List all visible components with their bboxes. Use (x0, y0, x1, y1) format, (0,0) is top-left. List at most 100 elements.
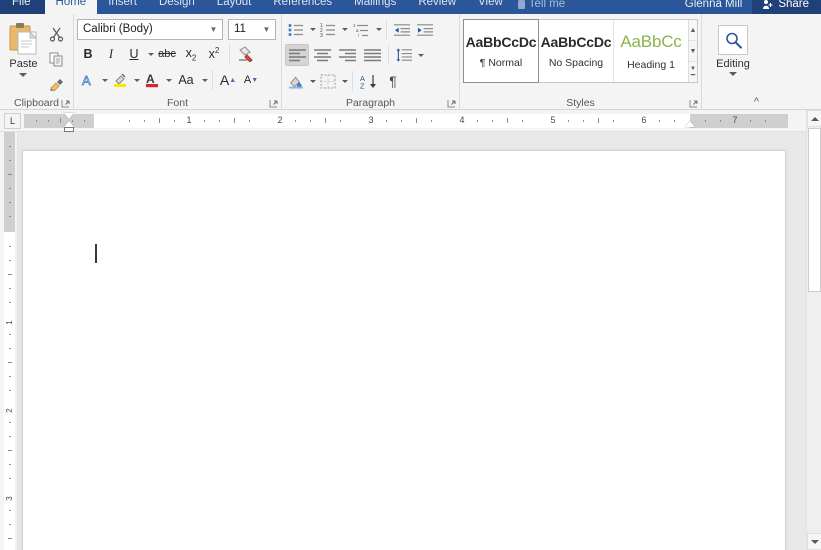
tab-stop-selector[interactable]: L (4, 113, 21, 129)
underline-caret-icon[interactable] (148, 52, 154, 56)
change-case-caret-icon[interactable] (202, 78, 208, 82)
style-item-heading1[interactable]: AaBbCc Heading 1 (614, 20, 688, 82)
paste-dropdown-caret[interactable] (19, 73, 28, 77)
lightbulb-icon (517, 0, 525, 9)
ribbon: Paste Clipboard Calibri (Body) ▼ 11 ▼ B … (0, 14, 821, 110)
tab-home[interactable]: Home (44, 0, 98, 14)
multilevel-caret-icon[interactable] (376, 28, 382, 31)
bold-glyph: B (83, 47, 93, 61)
bullet-list-icon (288, 23, 303, 36)
borders-caret-icon[interactable] (342, 79, 348, 83)
font-dialog-launcher[interactable] (269, 99, 278, 108)
shrink-font-button[interactable]: A ▼ (240, 69, 262, 91)
italic-glyph: I (108, 46, 114, 61)
font-name-caret-icon[interactable]: ▼ (207, 25, 220, 34)
text-effects-button[interactable]: A (77, 69, 99, 91)
style-preview-normal: AaBbCcDc (465, 33, 537, 50)
tab-view[interactable]: View (467, 0, 514, 14)
paste-button[interactable]: Paste (3, 17, 44, 103)
subscript-button[interactable]: x2 (180, 43, 202, 65)
horizontal-ruler[interactable]: L 1 2 3 4 5 6 7 (0, 110, 806, 132)
font-size-caret-icon[interactable]: ▼ (260, 25, 273, 34)
grow-font-button[interactable]: A ▲ (217, 69, 239, 91)
change-case-button[interactable]: Aa (173, 69, 199, 91)
vertical-ruler-track[interactable]: 1 2 3 (4, 132, 15, 550)
shading-button[interactable] (285, 70, 307, 92)
scroll-down-button[interactable] (807, 533, 821, 550)
bullets-button[interactable] (285, 19, 307, 41)
paragraph-dialog-launcher[interactable] (447, 99, 456, 108)
tab-insert[interactable]: Insert (97, 0, 148, 14)
tell-me-search[interactable]: Tell me (514, 0, 573, 14)
font-color-caret-icon[interactable] (166, 78, 172, 82)
scroll-up-button[interactable] (807, 110, 821, 127)
document-page[interactable] (22, 150, 786, 550)
horizontal-ruler-track[interactable]: 1 2 3 4 5 6 7 (24, 114, 788, 128)
copy-button[interactable] (46, 48, 68, 70)
collapse-ribbon-button[interactable]: ^ (754, 96, 759, 108)
share-button[interactable]: Share (752, 0, 821, 14)
font-name-combo[interactable]: Calibri (Body) ▼ (77, 18, 223, 40)
editing-dropdown-caret[interactable] (729, 72, 737, 76)
ruler-mark-4: 4 (459, 115, 465, 125)
vertical-scrollbar[interactable] (806, 110, 821, 550)
bold-button[interactable]: B (77, 43, 99, 65)
tab-review[interactable]: Review (407, 0, 467, 14)
group-paragraph: 1 2 3 1 a i A Z ¶ Paragraph (282, 14, 460, 110)
account-name[interactable]: Glenna Mill (679, 0, 753, 14)
decrease-indent-icon (394, 23, 410, 36)
highlight-caret-icon[interactable] (134, 78, 140, 82)
grow-font-glyph: A (219, 72, 230, 88)
underline-button[interactable]: U (123, 43, 145, 65)
styles-scroll-down-button[interactable]: ▼ (689, 41, 697, 62)
vertical-ruler[interactable]: 1 2 3 (0, 132, 18, 550)
font-color-button[interactable]: A (141, 69, 163, 91)
multilevel-list-button[interactable]: 1 a i (349, 19, 373, 41)
styles-scroll-up-button[interactable]: ▲ (689, 20, 697, 41)
align-left-button[interactable] (285, 44, 309, 66)
tab-references[interactable]: References (262, 0, 343, 14)
tab-layout[interactable]: Layout (206, 0, 263, 14)
clear-formatting-button[interactable] (234, 43, 258, 65)
font-size-combo[interactable]: 11 ▼ (228, 18, 276, 40)
align-center-button[interactable] (310, 44, 334, 66)
show-formatting-marks-button[interactable]: ¶ (382, 70, 404, 92)
tab-design[interactable]: Design (148, 0, 206, 14)
align-left-icon (288, 48, 306, 61)
ruler-mark-2: 2 (277, 115, 283, 125)
paintbrush-icon (50, 78, 64, 92)
cut-button[interactable] (46, 23, 68, 45)
shading-caret-icon[interactable] (310, 79, 316, 83)
superscript-glyph: x2 (208, 46, 220, 62)
tab-file[interactable]: File (0, 0, 45, 14)
scrollbar-thumb[interactable] (808, 128, 821, 292)
align-right-button[interactable] (335, 44, 359, 66)
styles-more-button[interactable]: ▼ ━ (689, 62, 697, 82)
increase-indent-button[interactable] (414, 19, 436, 41)
decrease-indent-button[interactable] (391, 19, 413, 41)
style-item-normal[interactable]: AaBbCcDc ¶ Normal (463, 19, 539, 83)
numbering-caret-icon[interactable] (342, 28, 348, 31)
bullets-caret-icon[interactable] (310, 28, 316, 31)
line-spacing-button[interactable] (393, 44, 415, 66)
style-item-no-spacing[interactable]: AaBbCcDc No Spacing (539, 20, 614, 82)
paste-icon (9, 23, 38, 55)
justify-button[interactable] (360, 44, 384, 66)
line-spacing-caret-icon[interactable] (418, 53, 424, 57)
format-painter-button[interactable] (46, 73, 68, 95)
document-canvas[interactable] (18, 132, 806, 550)
clipboard-dialog-launcher[interactable] (61, 99, 70, 108)
styles-dialog-launcher[interactable] (689, 99, 698, 108)
borders-button[interactable] (317, 70, 339, 92)
sort-button[interactable]: A Z (357, 70, 381, 92)
editing-button[interactable]: Editing (705, 17, 761, 76)
highlight-color-button[interactable] (109, 69, 131, 91)
text-effects-caret-icon[interactable] (102, 78, 108, 82)
styles-gallery: AaBbCcDc ¶ Normal AaBbCcDc No Spacing Aa… (463, 19, 698, 83)
numbering-button[interactable]: 1 2 3 (317, 19, 339, 41)
tab-mailings[interactable]: Mailings (343, 0, 407, 14)
strikethrough-button[interactable]: abc (155, 43, 179, 65)
superscript-button[interactable]: x2 (203, 43, 225, 65)
ruler-mark-7: 7 (732, 115, 738, 125)
italic-button[interactable]: I (100, 43, 122, 65)
